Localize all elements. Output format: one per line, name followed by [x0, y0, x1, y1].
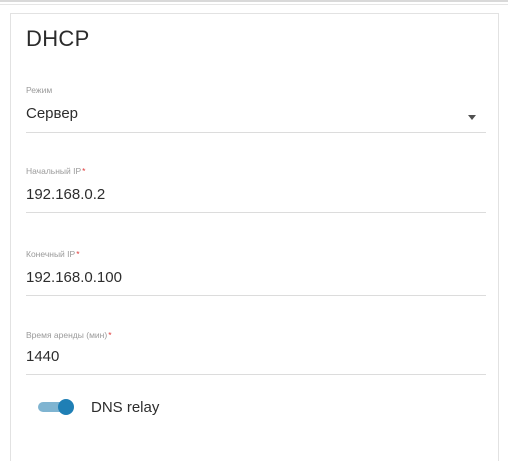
dns-relay-toggle[interactable]	[38, 399, 78, 415]
dns-relay-label: DNS relay	[91, 399, 160, 416]
mode-value: Сервер	[26, 105, 79, 122]
end-ip-underline	[26, 295, 486, 296]
start-ip-value: 192.168.0.2	[26, 186, 106, 203]
dhcp-panel	[10, 13, 499, 461]
end-ip-label: Конечный IP*	[26, 249, 80, 259]
chevron-down-icon	[468, 115, 476, 120]
lease-time-label: Время аренды (мин)*	[26, 330, 112, 340]
end-ip-value: 192.168.0.100	[26, 269, 122, 286]
mode-label: Режим	[26, 85, 53, 95]
toggle-knob	[58, 399, 74, 415]
top-divider-inner	[0, 4, 508, 5]
required-mark: *	[76, 249, 80, 259]
lease-time-field[interactable]: Время аренды (мин)* 1440	[26, 330, 486, 380]
section-title: DHCP	[26, 26, 90, 51]
end-ip-field[interactable]: Конечный IP* 192.168.0.100	[26, 249, 486, 299]
required-mark: *	[108, 330, 112, 340]
start-ip-field[interactable]: Начальный IP* 192.168.0.2	[26, 166, 486, 216]
required-mark: *	[82, 166, 86, 176]
lease-time-underline	[26, 374, 486, 375]
lease-time-value: 1440	[26, 348, 60, 365]
top-divider	[0, 0, 508, 2]
mode-underline	[26, 132, 486, 133]
start-ip-underline	[26, 212, 486, 213]
start-ip-label: Начальный IP*	[26, 166, 86, 176]
mode-select[interactable]: Режим Сервер	[26, 85, 486, 135]
